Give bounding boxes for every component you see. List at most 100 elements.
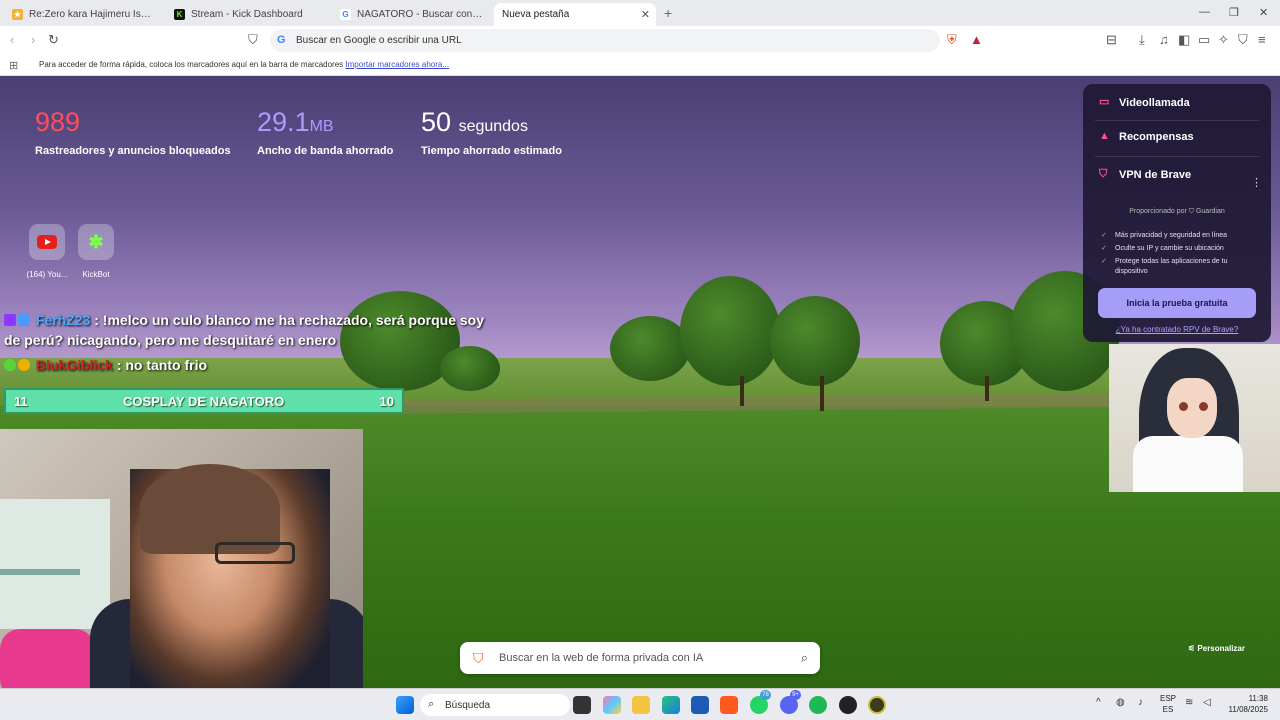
brave-shields-icon[interactable]: ⛨ <box>947 32 957 48</box>
lang-top: ESP <box>1159 694 1176 703</box>
chat-text: : no tanto frio <box>116 357 208 373</box>
chevron-up-icon[interactable]: ^ <box>1096 697 1101 708</box>
vpn-row[interactable]: ⛉ VPN de Brave <box>1099 168 1191 181</box>
stat-number: 989 <box>35 107 81 137</box>
downloads-icon[interactable]: ⤓ <box>1139 32 1145 48</box>
search-icon[interactable]: ⌕ <box>801 650 808 666</box>
stat-trackers: 989 Rastreadores y anuncios bloqueados <box>35 106 231 157</box>
anime-shirt <box>1133 436 1243 492</box>
wifi-icon[interactable]: ≋ <box>1185 697 1193 708</box>
network-icon[interactable]: ◍ <box>1116 697 1125 708</box>
taskbar-search[interactable]: ⌕ Búsqueda <box>420 694 570 716</box>
microphone-icon[interactable]: ♪ <box>1138 697 1143 708</box>
vpn-feature: Protege todas las aplicaciones de tu dis… <box>1101 257 1261 277</box>
clock-time: 11:38 <box>1248 694 1268 703</box>
menu-icon[interactable]: ≡ <box>1258 32 1266 48</box>
customize-button[interactable]: ⚟ Personalizar <box>1188 644 1245 653</box>
clock[interactable]: 11:38 11/08/2025 <box>1222 693 1268 715</box>
background-tree <box>770 296 860 386</box>
reload-icon[interactable]: ↻ <box>48 32 59 48</box>
tab-title: NAGATORO - Buscar con Google <box>357 9 484 20</box>
leo-ai-icon[interactable]: ✧ <box>1218 32 1229 48</box>
bookmark-icon[interactable]: ⛉ <box>248 32 258 48</box>
private-ai-search-box[interactable]: ⛉ Buscar en la web de forma privada con … <box>460 642 820 674</box>
tree-trunk <box>820 376 824 411</box>
windows-start-icon[interactable] <box>396 696 414 714</box>
shortcut-tile[interactable]: ✱ <box>78 224 114 260</box>
copilot-icon[interactable] <box>603 696 621 714</box>
restore-icon[interactable]: ❐ <box>1229 6 1239 19</box>
toolbar: ‹ › ↻ ⛉ G Buscar en Google o escribir un… <box>0 26 1280 54</box>
vpn-label: VPN de Brave <box>1119 168 1192 181</box>
whatsapp-badge: 78 <box>760 690 771 700</box>
start-trial-button[interactable]: Inicia la prueba gratuita <box>1098 288 1256 318</box>
coin-badge-icon <box>18 359 30 371</box>
vpn-feature: Oculte su IP y cambie su ubicación <box>1101 244 1261 254</box>
webcam-feed <box>0 429 363 688</box>
task-view-icon[interactable] <box>573 696 591 714</box>
stat-value: 989 <box>35 106 231 143</box>
chat-username: FerhZ23 <box>35 312 91 328</box>
shortcut-youtube[interactable]: (164) You... <box>25 224 69 279</box>
media-icon[interactable]: ♫ <box>1159 32 1169 48</box>
brave-rewards-icon[interactable]: ▲ <box>970 32 983 48</box>
webcam-shelf-board <box>0 569 80 575</box>
import-bookmarks-link[interactable]: Importar marcadores ahora... <box>345 60 449 69</box>
customize-label: Personalizar <box>1197 644 1245 653</box>
rezero-favicon-icon: ★ <box>12 9 23 20</box>
edge-icon[interactable] <box>662 696 680 714</box>
tab-kick-dashboard[interactable]: K Stream - Kick Dashboard <box>166 3 330 26</box>
google-icon: G <box>277 34 286 46</box>
customize-icon: ⚟ <box>1188 644 1196 653</box>
chat-message: BiukGiblick : no tanto frio <box>4 355 484 375</box>
bookmarks-hint-text: Para acceder de forma rápida, coloca los… <box>39 60 344 69</box>
wallet-icon[interactable]: ▭ <box>1198 32 1210 48</box>
brave-icon[interactable] <box>720 696 738 714</box>
bookmarks-bar: ⊞ Para acceder de forma rápida, coloca l… <box>0 54 1280 76</box>
minimize-icon[interactable]: — <box>1199 6 1210 18</box>
close-tab-icon[interactable]: ✕ <box>641 8 650 21</box>
close-window-icon[interactable]: ✕ <box>1259 6 1268 19</box>
already-subscribed-link[interactable]: ¿Ya ha contratado RPV de Brave? <box>1083 325 1271 334</box>
shortcut-kickbot[interactable]: ✱ KickBot <box>74 224 118 279</box>
divider <box>1095 156 1259 157</box>
sidebar-icon[interactable]: ◧ <box>1178 32 1190 48</box>
google-favicon-icon: G <box>340 9 351 20</box>
shortcut-tile[interactable] <box>29 224 65 260</box>
search-placeholder: Buscar en la web de forma privada con IA <box>499 652 704 664</box>
videollamada-row[interactable]: ▭ Videollamada <box>1099 96 1190 109</box>
vpn-icon[interactable]: ⛉ <box>1238 32 1248 48</box>
tab-new-tab[interactable]: Nueva pestaña ✕ <box>494 3 656 26</box>
spotify-icon[interactable] <box>809 696 827 714</box>
youtube-icon <box>37 235 57 249</box>
back-icon[interactable]: ‹ <box>10 32 14 48</box>
tab-search-icon[interactable]: ⊟ <box>1106 32 1117 48</box>
recompensas-row[interactable]: ▲ Recompensas <box>1099 130 1194 143</box>
og-badge-icon <box>18 314 30 326</box>
stat-number: 29.1 <box>257 107 310 137</box>
apps-grid-icon[interactable]: ⊞ <box>9 59 18 72</box>
stat-bandwidth: 29.1MB Ancho de banda ahorrado <box>257 106 393 157</box>
forward-icon[interactable]: › <box>31 32 35 48</box>
address-placeholder: Buscar en Google o escribir una URL <box>296 35 462 46</box>
webcam-hair <box>140 464 280 554</box>
obs-icon[interactable] <box>839 696 857 714</box>
volume-icon[interactable]: ◁ <box>1203 697 1211 708</box>
app-icon[interactable] <box>868 696 886 714</box>
stat-unit: segundos <box>458 118 528 135</box>
more-options-icon[interactable]: ⋮ <box>1251 176 1262 189</box>
clock-date: 11/08/2025 <box>1228 705 1268 714</box>
windows-taskbar: ⌕ Búsqueda 78 9+ ^ ◍ ♪ ESP ES ≋ ◁ 11:38 … <box>0 688 1280 720</box>
kick-favicon-icon: K <box>174 9 185 20</box>
tab-google-search[interactable]: G NAGATORO - Buscar con Google <box>332 3 492 26</box>
tab-rezero[interactable]: ★ Re:Zero kara Hajimeru Isekai Seikatsu <box>4 3 164 26</box>
recompensas-label: Recompensas <box>1119 130 1194 143</box>
address-bar[interactable]: G Buscar en Google o escribir una URL <box>270 29 940 52</box>
new-tab-icon[interactable]: + <box>664 5 672 21</box>
stat-value: 50 segundos <box>421 106 562 143</box>
counter-left: 11 <box>14 393 28 409</box>
language-indicator[interactable]: ESP ES <box>1158 693 1178 715</box>
store-icon[interactable] <box>691 696 709 714</box>
file-explorer-icon[interactable] <box>632 696 650 714</box>
chat-username: BiukGiblick <box>35 357 113 373</box>
